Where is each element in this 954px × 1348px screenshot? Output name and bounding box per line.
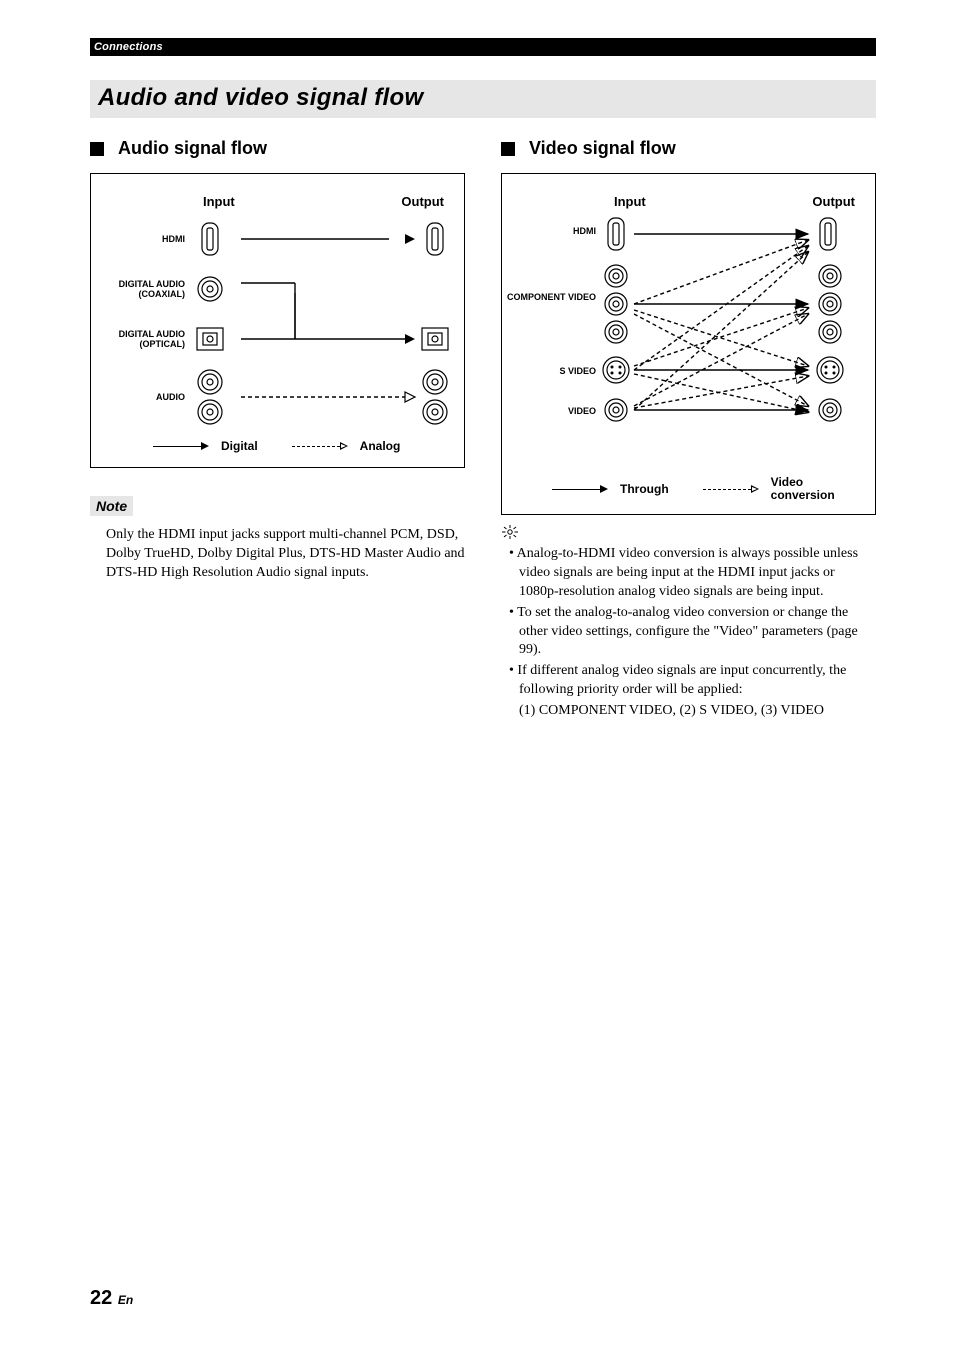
legend-digital: Digital	[221, 439, 258, 453]
section-title: Audio and video signal flow	[98, 84, 868, 112]
solid-arrow-icon	[153, 440, 209, 452]
row-label-component: COMPONENT VIDEO	[502, 292, 596, 302]
video-heading: Video signal flow	[529, 138, 676, 159]
hdmi-port-out-icon	[418, 222, 452, 256]
row-label-coax: DIGITAL AUDIO (COAXIAL)	[103, 279, 185, 300]
page-number-value: 22	[90, 1287, 112, 1309]
note-label: Note	[90, 496, 133, 516]
video-heading-row: Video signal flow	[501, 138, 876, 159]
hint-icon	[501, 525, 876, 541]
row-label-video: VIDEO	[502, 406, 596, 416]
row-label-hdmi: HDMI	[103, 234, 185, 244]
hint-2: To set the analog-to-analog video conver…	[505, 604, 876, 661]
audio-heading-row: Audio signal flow	[90, 138, 465, 159]
row-label-optical: DIGITAL AUDIO (OPTICAL)	[103, 329, 185, 350]
hint-1: Analog-to-HDMI video conversion is alway…	[505, 545, 876, 602]
hints-list: Analog-to-HDMI video conversion is alway…	[501, 545, 876, 721]
section-header: Connections	[90, 38, 876, 56]
video-diagram: Input Output	[501, 173, 876, 515]
audio-diagram: Input Output HDMI	[90, 173, 465, 468]
optical-port-icon	[193, 327, 227, 351]
video-legend: Through Video conversion	[502, 476, 875, 502]
dashed-arrow-icon	[703, 483, 759, 495]
page-number: 22 En	[90, 1287, 133, 1310]
legend-conversion: Video conversion	[771, 476, 851, 502]
input-label: Input	[203, 194, 235, 209]
legend-through: Through	[620, 482, 669, 496]
note-body: Only the HDMI input jacks support multi-…	[90, 526, 465, 583]
title-bar: Audio and video signal flow	[90, 80, 876, 118]
coax-port-icon	[193, 276, 227, 302]
dashed-arrow-icon	[292, 440, 348, 452]
rca-pair-out-icon	[418, 369, 452, 425]
hint-3-sub: (1) COMPONENT VIDEO, (2) S VIDEO, (3) VI…	[505, 702, 876, 721]
optical-port-out-icon	[418, 327, 452, 351]
rca-pair-icon	[193, 369, 227, 425]
page-suffix: En	[118, 1293, 133, 1307]
row-label-svideo: S VIDEO	[502, 366, 596, 376]
row-label-audio: AUDIO	[103, 392, 185, 402]
hint-3: If different analog video signals are in…	[505, 662, 876, 700]
legend-analog: Analog	[360, 439, 401, 453]
hdmi-port-icon	[193, 222, 227, 256]
square-bullet-icon	[501, 142, 515, 156]
audio-heading: Audio signal flow	[118, 138, 267, 159]
section-label: Connections	[94, 41, 163, 53]
row-label-hdmi: HDMI	[502, 226, 596, 236]
output-label: Output	[401, 194, 444, 209]
square-bullet-icon	[90, 142, 104, 156]
solid-arrow-icon	[552, 483, 608, 495]
audio-legend: Digital Analog	[103, 439, 452, 453]
